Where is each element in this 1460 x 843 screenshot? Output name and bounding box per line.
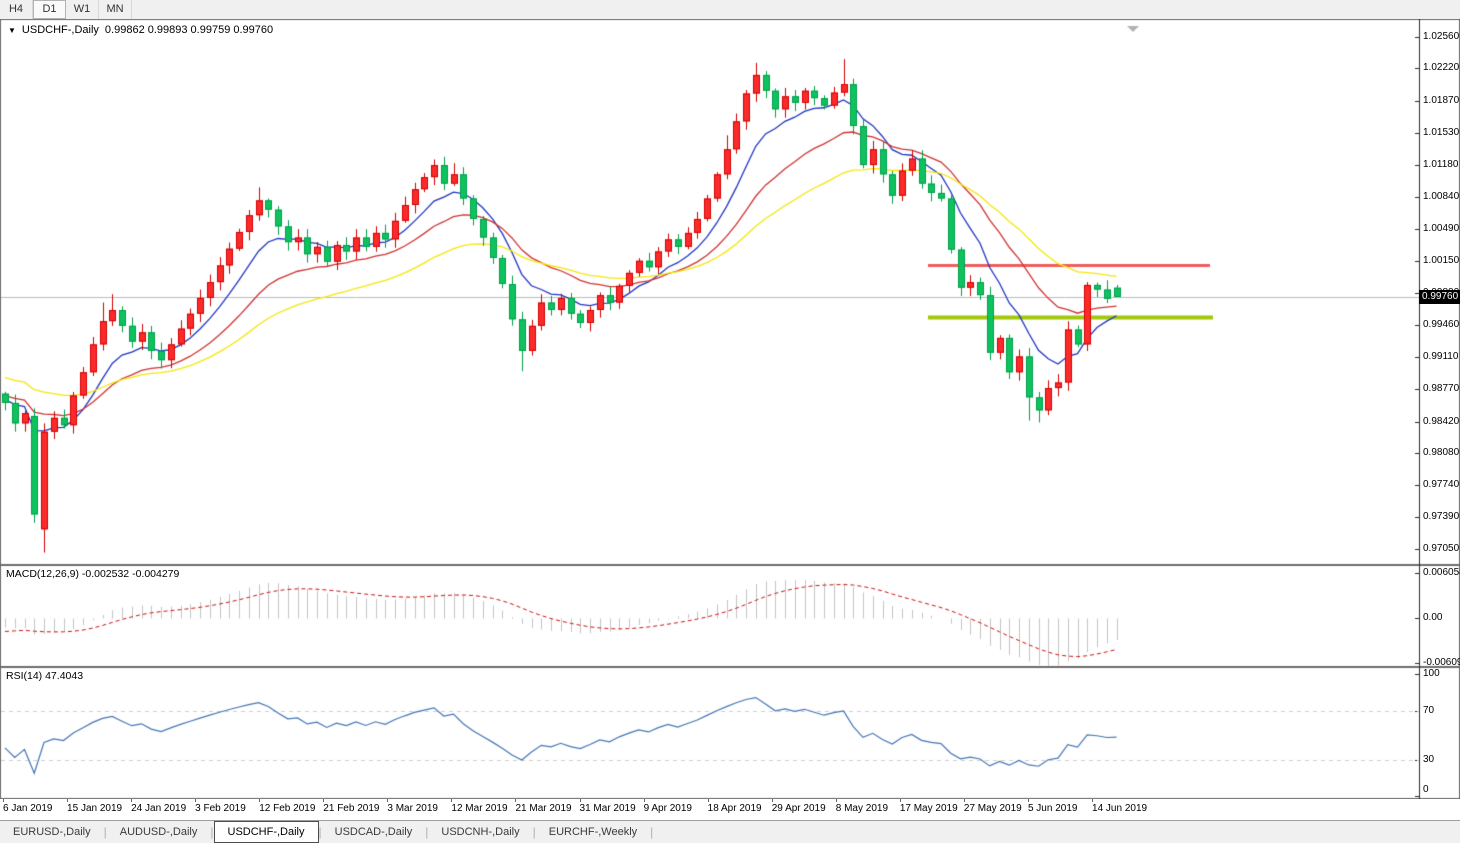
timeframe-button-mn[interactable]: MN bbox=[99, 0, 132, 19]
price-axis-label: 0.99460 bbox=[1423, 319, 1459, 330]
date-tick bbox=[3, 799, 4, 802]
date-label: 3 Mar 2019 bbox=[387, 803, 438, 814]
chart-title: ▼ USDCHF-,Daily 0.99862 0.99893 0.99759 … bbox=[8, 24, 273, 36]
date-tick bbox=[1092, 799, 1093, 802]
date-label: 3 Feb 2019 bbox=[195, 803, 246, 814]
price-axis-label: 1.02560 bbox=[1423, 31, 1459, 42]
current-price-box: 0.99760 bbox=[1419, 290, 1460, 304]
tab-usdcnh-daily[interactable]: USDCNH-,Daily bbox=[428, 821, 532, 843]
macd-panel: MACD(12,26,9) -0.002532 -0.004279 0.0060… bbox=[0, 565, 1460, 667]
time-axis[interactable]: 6 Jan 2019 15 Jan 2019 24 Jan 2019 3 Feb 20… bbox=[0, 799, 1460, 820]
date-label: 15 Jan 2019 bbox=[67, 803, 122, 814]
rsi-axis-label: 0 bbox=[1423, 784, 1429, 795]
price-axis-label: 0.97050 bbox=[1423, 543, 1459, 554]
date-tick bbox=[387, 799, 388, 802]
rsi-axis-label: 30 bbox=[1423, 754, 1434, 765]
date-label: 6 Jan 2019 bbox=[3, 803, 53, 814]
date-label: 5 Jun 2019 bbox=[1028, 803, 1078, 814]
rsi-label: RSI(14) 47.4043 bbox=[6, 670, 83, 682]
date-label: 9 Apr 2019 bbox=[644, 803, 692, 814]
date-tick bbox=[580, 799, 581, 802]
date-label: 31 Mar 2019 bbox=[580, 803, 636, 814]
date-tick bbox=[836, 799, 837, 802]
macd-label: MACD(12,26,9) -0.002532 -0.004279 bbox=[6, 568, 179, 580]
macd-axis-label: -0.006097 bbox=[1423, 657, 1460, 668]
macd-canvas[interactable] bbox=[0, 565, 1460, 667]
chart-ohlc-values: 0.99862 0.99893 0.99759 0.99760 bbox=[105, 24, 273, 36]
date-tick bbox=[708, 799, 709, 802]
price-chart-canvas[interactable] bbox=[0, 19, 1460, 565]
macd-axis-label: 0.006058 bbox=[1423, 567, 1460, 578]
rsi-canvas[interactable] bbox=[0, 667, 1460, 799]
tab-usdchf-daily[interactable]: USDCHF-,Daily bbox=[214, 821, 319, 843]
price-axis-label: 0.98770 bbox=[1423, 383, 1459, 394]
timeframe-button-d1[interactable]: D1 bbox=[33, 0, 66, 19]
rsi-axis-label: 70 bbox=[1423, 705, 1434, 716]
date-label: 29 Apr 2019 bbox=[772, 803, 826, 814]
price-axis-label: 0.98420 bbox=[1423, 416, 1459, 427]
chart-tab-bar: EURUSD-,Daily|AUDUSD-,Daily|USDCHF-,Dail… bbox=[0, 820, 1460, 843]
price-chart-panel: ▼ USDCHF-,Daily 0.99862 0.99893 0.99759 … bbox=[0, 19, 1460, 565]
date-label: 17 May 2019 bbox=[900, 803, 958, 814]
tab-eurusd-daily[interactable]: EURUSD-,Daily bbox=[0, 821, 104, 843]
date-label: 12 Mar 2019 bbox=[451, 803, 507, 814]
macd-axis-label: 0.00 bbox=[1423, 612, 1442, 623]
date-label: 12 Feb 2019 bbox=[259, 803, 315, 814]
date-label: 18 Apr 2019 bbox=[708, 803, 762, 814]
date-label: 14 Jun 2019 bbox=[1092, 803, 1147, 814]
date-tick bbox=[644, 799, 645, 802]
price-axis-label: 1.01870 bbox=[1423, 95, 1459, 106]
date-tick bbox=[451, 799, 452, 802]
date-label: 24 Jan 2019 bbox=[131, 803, 186, 814]
price-axis-label: 1.00490 bbox=[1423, 223, 1459, 234]
collapse-arrow-icon[interactable]: ▼ bbox=[8, 26, 16, 35]
tab-audusd-daily[interactable]: AUDUSD-,Daily bbox=[107, 821, 211, 843]
rsi-axis-label: 100 bbox=[1423, 668, 1440, 679]
price-axis-label: 1.00150 bbox=[1423, 255, 1459, 266]
date-label: 8 May 2019 bbox=[836, 803, 888, 814]
timeframe-toolbar: H4D1W1MN bbox=[0, 0, 1460, 19]
date-label: 21 Feb 2019 bbox=[323, 803, 379, 814]
date-label: 27 May 2019 bbox=[964, 803, 1022, 814]
tab-separator: | bbox=[650, 821, 653, 843]
tab-eurchf-weekly[interactable]: EURCHF-,Weekly bbox=[536, 821, 650, 843]
date-tick bbox=[323, 799, 324, 802]
price-axis-label: 0.97390 bbox=[1423, 511, 1459, 522]
timeframe-button-h4[interactable]: H4 bbox=[0, 0, 33, 19]
timeframe-button-w1[interactable]: W1 bbox=[66, 0, 99, 19]
price-axis-label: 0.98080 bbox=[1423, 447, 1459, 458]
date-tick bbox=[131, 799, 132, 802]
price-axis-label: 1.01180 bbox=[1423, 159, 1458, 170]
date-tick bbox=[515, 799, 516, 802]
price-axis-label: 1.01530 bbox=[1423, 127, 1459, 138]
date-tick bbox=[195, 799, 196, 802]
date-tick bbox=[772, 799, 773, 802]
price-axis-label: 1.02220 bbox=[1423, 62, 1459, 73]
date-tick bbox=[259, 799, 260, 802]
price-axis-label: 0.99110 bbox=[1423, 351, 1458, 362]
date-label: 21 Mar 2019 bbox=[515, 803, 571, 814]
date-tick bbox=[964, 799, 965, 802]
price-axis-label: 1.00840 bbox=[1423, 191, 1459, 202]
rsi-panel: RSI(14) 47.4043 100 70 30 0 bbox=[0, 667, 1460, 799]
chart-symbol-label: USDCHF-,Daily bbox=[22, 24, 99, 36]
date-tick bbox=[900, 799, 901, 802]
tab-usdcad-daily[interactable]: USDCAD-,Daily bbox=[322, 821, 426, 843]
date-tick bbox=[67, 799, 68, 802]
date-tick bbox=[1028, 799, 1029, 802]
price-axis-label: 0.97740 bbox=[1423, 479, 1459, 490]
